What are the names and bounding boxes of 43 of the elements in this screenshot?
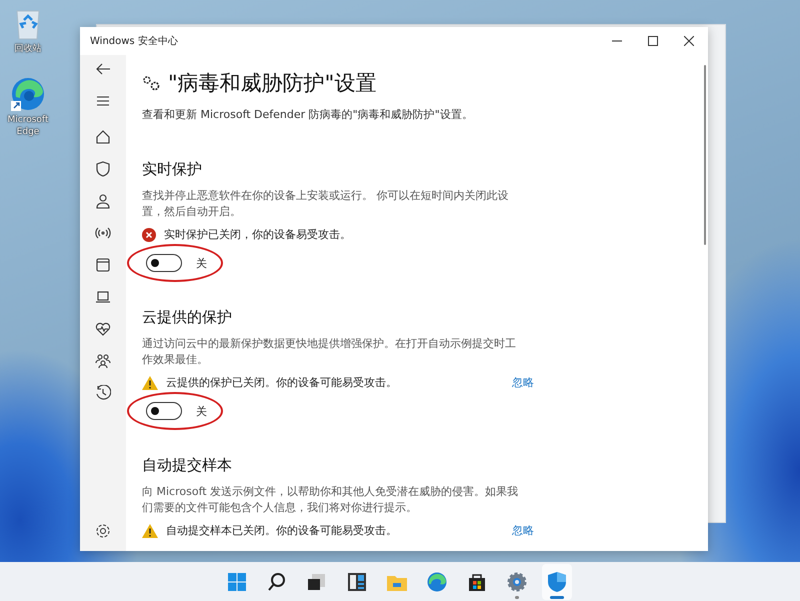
browser-icon[interactable] [95, 257, 111, 273]
section-title: 云提供的保护 [142, 308, 233, 327]
dismiss-link[interactable]: 忽略 [512, 523, 534, 538]
gears-icon [142, 75, 160, 91]
scrollbar[interactable] [704, 65, 706, 245]
section-description: 向 Microsoft 发送示例文件，以帮助你和其他人免受潜在威胁的侵害。如果我们需要的文件可能包含个人信息，我们将对你进行提示。 [142, 484, 520, 516]
history-icon[interactable] [95, 385, 111, 401]
wireless-icon[interactable] [95, 225, 111, 241]
status-message: 实时保护已关闭，你的设备易受攻击。 [164, 227, 352, 242]
heart-icon[interactable] [95, 321, 111, 337]
section-description: 查找并停止恶意软件在你的设备上安装或运行。 你可以在短时间内关闭此设置，然后自动开启。 [142, 188, 510, 220]
edge-icon[interactable] [426, 570, 448, 592]
back-icon[interactable] [95, 61, 111, 77]
security-icon[interactable] [546, 570, 568, 592]
window-title: Windows 安全中心 [90, 34, 178, 48]
toggle-label: 关 [196, 256, 207, 270]
section-title: 自动提交样本 [142, 456, 233, 475]
shield-icon[interactable] [95, 161, 111, 177]
page-heading: "病毒和威胁防护"设置 [168, 70, 376, 97]
warning-icon [142, 376, 158, 390]
warning-icon [142, 524, 158, 538]
status-message: 自动提交样本已关闭。你的设备可能易受攻击。 [166, 523, 398, 538]
start-icon[interactable] [226, 570, 248, 592]
toggle-label: 关 [196, 404, 207, 418]
dismiss-link[interactable]: 忽略 [512, 375, 534, 390]
settings-icon[interactable] [95, 523, 111, 539]
person-icon[interactable] [95, 193, 111, 209]
family-icon[interactable] [95, 353, 111, 369]
section-description: 通过访问云中的最新保护数据更快地提供增强保护。在打开自动示例提交时工作效果最佳。 [142, 336, 517, 368]
search-icon[interactable] [266, 570, 288, 592]
status-message: 云提供的保护已关闭。你的设备可能易受攻击。 [166, 375, 398, 390]
recycle-bin-icon[interactable] [14, 8, 42, 40]
laptop-icon[interactable] [95, 289, 111, 305]
home-icon[interactable] [95, 129, 111, 145]
toggle-switch[interactable] [146, 402, 182, 420]
section-title: 实时保护 [142, 160, 203, 179]
close-icon[interactable] [684, 36, 694, 46]
widgets-icon[interactable] [346, 570, 368, 592]
error-icon [142, 228, 156, 242]
edge-icon[interactable] [11, 77, 45, 111]
page-subtitle: 查看和更新 Microsoft Defender 防病毒的"病毒和威胁防护"设置。 [142, 107, 474, 122]
toggle-switch[interactable] [146, 254, 182, 272]
maximize-icon[interactable] [648, 36, 658, 46]
